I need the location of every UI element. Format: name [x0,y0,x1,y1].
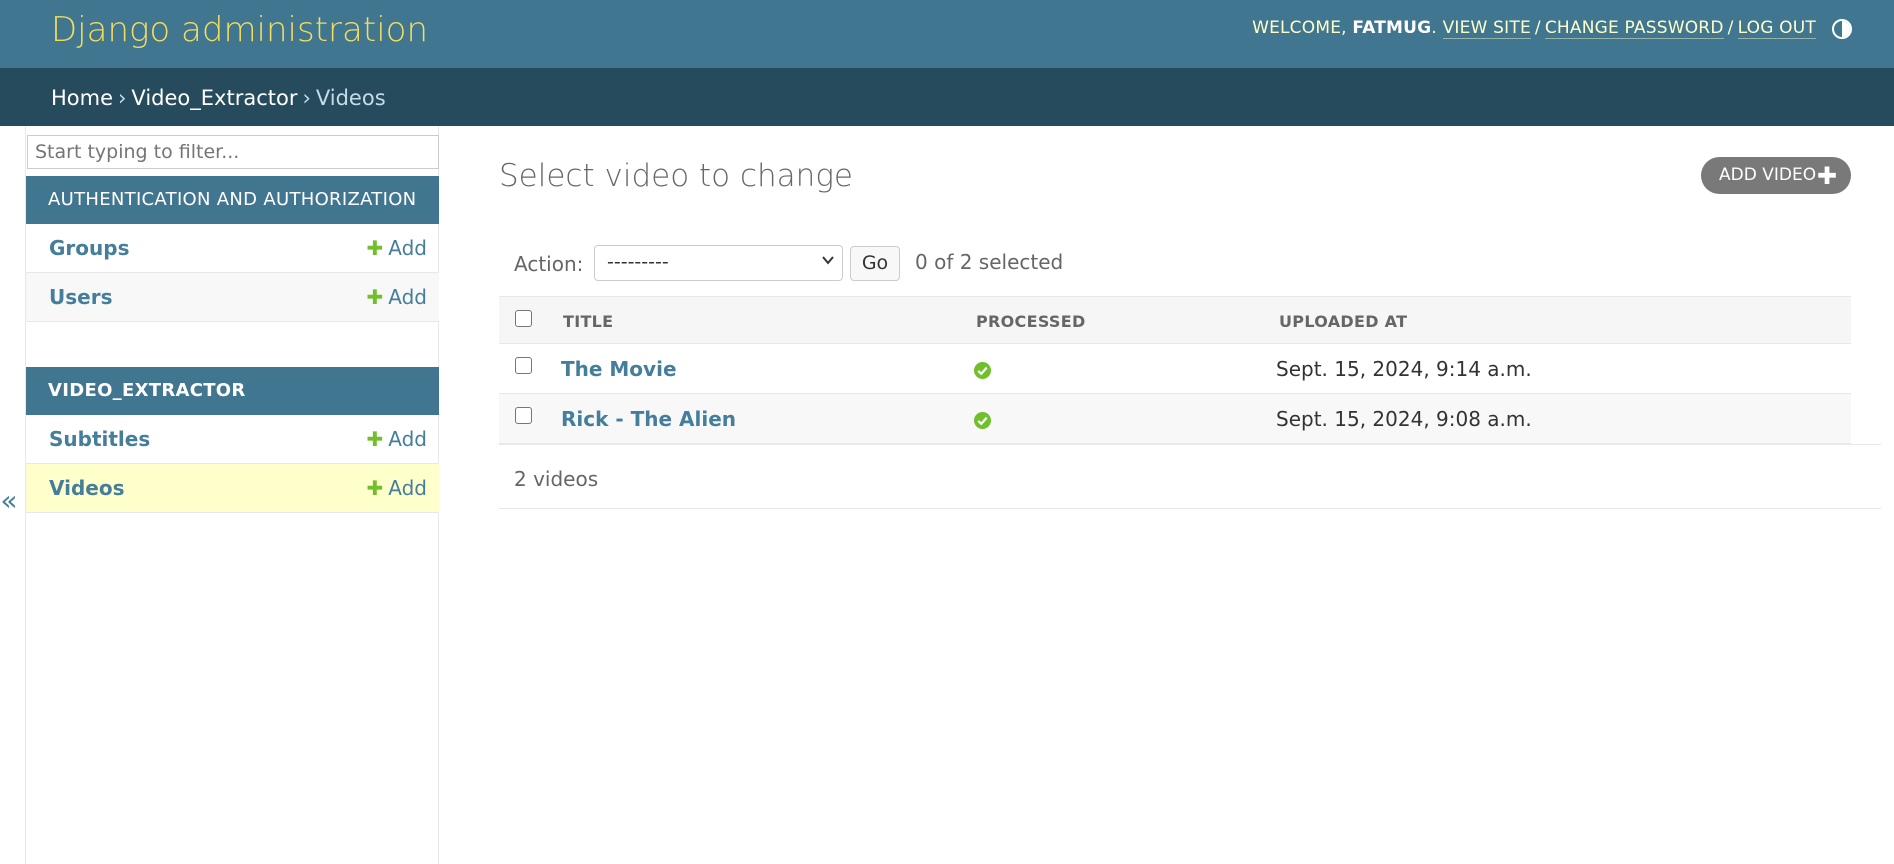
table-row: The Movie Sept. 15, 2024, 9:14 a.m. [499,344,1851,394]
site-name[interactable]: Django administration [51,10,428,50]
add-videos-link[interactable]: ✚ Add [367,476,428,500]
header: Django administration Welcome, fatmug. V… [0,0,1894,68]
uploaded-at: Sept. 15, 2024, 9:14 a.m. [1276,357,1532,381]
breadcrumb-app[interactable]: Video_Extractor [131,86,297,110]
module-caption-video-extractor[interactable]: Video_Extractor [26,367,439,415]
sidebar-item-subtitles: Subtitles ✚ Add [26,415,439,464]
sidebar-item-users: Users ✚ Add [26,273,439,322]
sidebar-item-users-link[interactable]: Users [49,285,112,309]
view-site-link[interactable]: View site [1442,18,1531,39]
column-header-processed[interactable]: Processed [976,312,1086,331]
plus-icon: ✚ [366,427,384,451]
sidebar-item-groups: Groups ✚ Add [26,224,439,273]
add-video-button[interactable]: Add video ✚ [1701,157,1851,194]
sidebar-item-subtitles-link[interactable]: Subtitles [49,427,150,451]
plus-icon: ✚ [1816,162,1837,190]
page-title: Select video to change [499,158,854,194]
user-tools: Welcome, fatmug. View site / Change passwo… [1252,18,1816,39]
row-checkbox[interactable] [515,357,532,374]
table-row: Rick - The Alien Sept. 15, 2024, 9:08 a.… [499,394,1851,444]
column-header-uploaded-at[interactable]: Uploaded at [1279,312,1407,331]
column-header-title[interactable]: Title [563,312,613,331]
video-title-link[interactable]: The Movie [561,357,677,381]
breadcrumb-current: Videos [315,86,386,110]
sidebar-item-videos-link[interactable]: Videos [49,476,125,500]
nav-sidebar: Authentication and Authorization Groups … [25,126,439,864]
add-subtitles-link[interactable]: ✚ Add [367,427,428,451]
sidebar-item-groups-link[interactable]: Groups [49,236,129,260]
row-checkbox[interactable] [515,407,532,424]
action-select-value: --------- [607,251,669,273]
add-users-link[interactable]: ✚ Add [367,285,428,309]
processed-yes-icon [974,362,991,379]
welcome-text: Welcome, [1252,18,1347,38]
change-password-link[interactable]: Change password [1544,18,1724,39]
video-title-link[interactable]: Rick - The Alien [561,407,736,431]
breadcrumb-home[interactable]: Home [51,86,113,110]
selected-count: 0 of 2 selected [915,250,1064,274]
toggle-sidebar-button[interactable]: « [0,484,18,517]
uploaded-at: Sept. 15, 2024, 9:08 a.m. [1276,407,1532,431]
theme-toggle-icon[interactable] [1832,19,1852,39]
action-select[interactable]: --------- [594,245,843,281]
log-out-link[interactable]: Log out [1737,18,1816,39]
chevron-down-icon [822,256,834,265]
go-button[interactable]: Go [850,246,900,281]
module-caption-auth[interactable]: Authentication and Authorization [26,176,439,224]
paginator: 2 videos [499,444,1881,509]
plus-icon: ✚ [366,285,384,309]
sidebar-item-videos: Videos ✚ Add [26,464,439,513]
add-groups-link[interactable]: ✚ Add [367,236,428,260]
plus-icon: ✚ [366,476,384,500]
plus-icon: ✚ [366,236,384,260]
processed-yes-icon [974,412,991,429]
select-all-checkbox[interactable] [515,310,532,327]
table-header: Title Processed Uploaded at [499,296,1851,344]
breadcrumb: Home › Video_Extractor › Videos [0,68,1894,126]
username: fatmug [1352,18,1432,38]
action-label: Action: [514,252,584,276]
sidebar-filter-input[interactable] [27,135,439,169]
